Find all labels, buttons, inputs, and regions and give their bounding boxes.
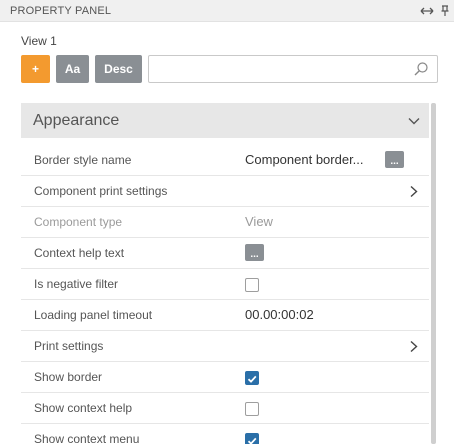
chevron-right-icon[interactable] (408, 185, 420, 198)
chevron-right-icon[interactable] (408, 340, 420, 353)
search-input[interactable] (155, 60, 405, 78)
property-label: Context help text (34, 246, 125, 260)
property-row-show-border: Show border (21, 362, 429, 393)
property-row-show-context-help: Show context help (21, 393, 429, 424)
property-label: Print settings (34, 339, 104, 353)
add-button[interactable]: + (21, 55, 50, 83)
sort-alphabetical-button[interactable]: Aa (56, 55, 89, 83)
property-value: View (245, 214, 273, 229)
property-value[interactable]: Component border... (245, 152, 364, 167)
sort-descending-button[interactable]: Desc (95, 55, 142, 83)
property-label: Loading panel timeout (34, 308, 153, 322)
property-label: Component print settings (34, 184, 168, 198)
ellipsis-button[interactable]: ... (245, 244, 264, 261)
checkbox[interactable] (245, 402, 259, 416)
checkbox[interactable] (245, 278, 259, 292)
property-row-print-settings[interactable]: Print settings (21, 331, 429, 362)
property-label: Show border (34, 370, 103, 384)
search-icon[interactable] (412, 61, 430, 77)
view-label: View 1 (21, 34, 57, 48)
property-row-component-print-settings[interactable]: Component print settings (21, 176, 429, 207)
checkmark-icon (247, 437, 257, 444)
property-row-context-help-text: Context help text ... (21, 238, 429, 269)
section-title: Appearance (33, 111, 120, 129)
property-value[interactable]: 00.00:00:02 (245, 307, 314, 322)
property-row-show-context-menu: Show context menu (21, 424, 429, 444)
property-label: Show context menu (34, 432, 140, 444)
section-appearance[interactable]: Appearance (21, 103, 429, 138)
property-row-loading-panel-timeout: Loading panel timeout 00.00:00:02 (21, 300, 429, 331)
property-label: Component type (34, 215, 123, 229)
chevron-down-icon (408, 118, 420, 125)
checkmark-icon (247, 375, 257, 383)
property-label: Is negative filter (34, 277, 119, 291)
checkbox[interactable] (245, 371, 259, 385)
property-label: Border style name (34, 153, 132, 167)
panel-header: PROPERTY PANEL (0, 0, 454, 22)
property-row-component-type: Component type View (21, 207, 429, 238)
property-row-is-negative-filter: Is negative filter (21, 269, 429, 300)
property-row-border-style-name: Border style name Component border... ..… (21, 145, 429, 176)
expand-horizontal-icon[interactable] (418, 2, 436, 20)
vertical-scrollbar[interactable] (431, 103, 436, 444)
property-label: Show context help (34, 401, 133, 415)
panel-title: PROPERTY PANEL (10, 5, 112, 17)
pin-icon[interactable] (438, 2, 452, 20)
ellipsis-button[interactable]: ... (385, 151, 404, 168)
search-box (148, 55, 438, 83)
property-grid: Border style name Component border... ..… (21, 145, 429, 444)
checkbox[interactable] (245, 433, 259, 444)
